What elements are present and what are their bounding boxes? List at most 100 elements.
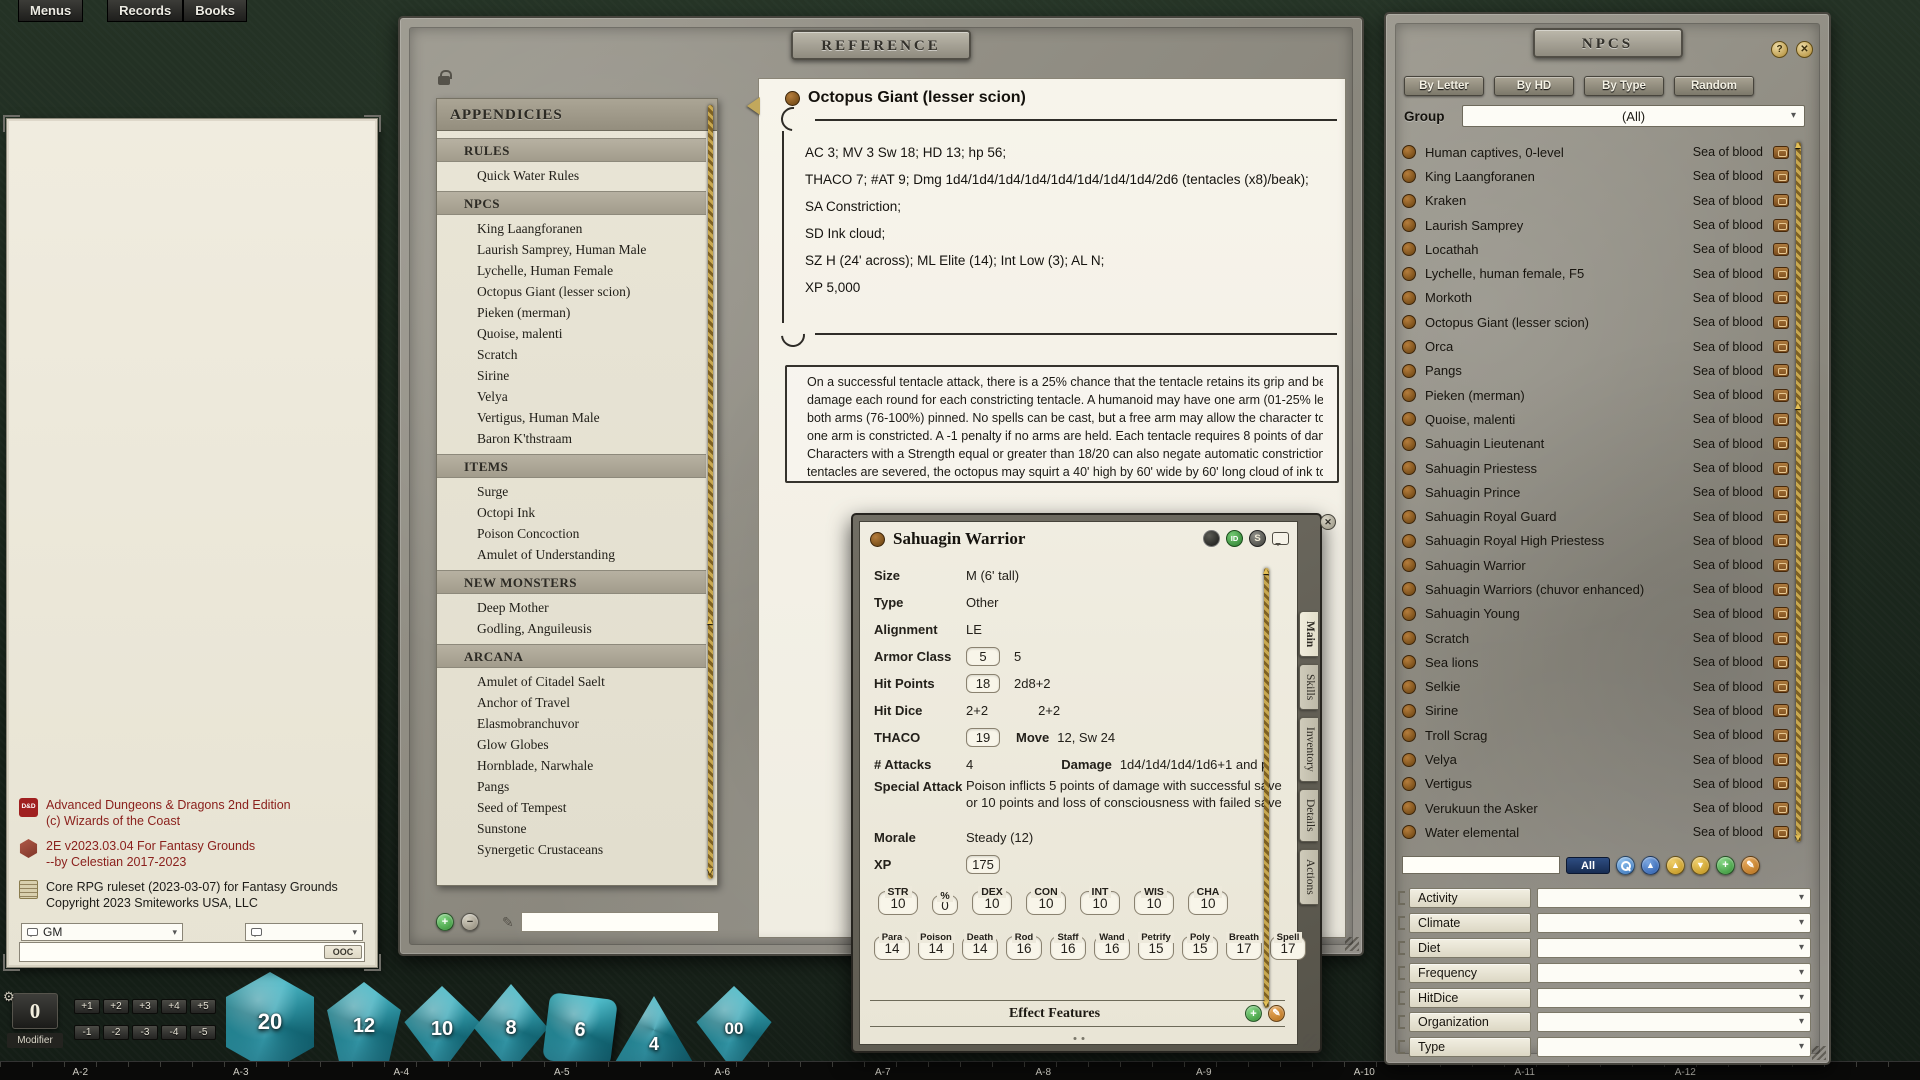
close-icon[interactable]: ✕: [1796, 41, 1813, 58]
npc-list-item[interactable]: Lychelle, human female, F5 Sea of blood: [1402, 261, 1789, 285]
module-link-icon[interactable]: [1773, 462, 1789, 475]
npc-list-item[interactable]: Sirine Sea of blood: [1402, 699, 1789, 723]
npc-list-item[interactable]: Sahuagin Royal High Priestess Sea of blo…: [1402, 529, 1789, 553]
back-arrow-icon[interactable]: [747, 97, 760, 115]
modifier-minus-button[interactable]: -1: [74, 1025, 100, 1040]
npc-list-item[interactable]: Sahuagin Royal Guard Sea of blood: [1402, 504, 1789, 528]
module-link-icon[interactable]: [1773, 364, 1789, 377]
npc-list-item[interactable]: Water elemental Sea of blood: [1402, 820, 1789, 844]
npc-token-icon[interactable]: [1402, 728, 1416, 742]
group-dropdown[interactable]: (All) ▾: [1462, 105, 1805, 127]
module-link-icon[interactable]: [1773, 729, 1789, 742]
module-link-icon[interactable]: [1773, 802, 1789, 815]
identify-button[interactable]: ID: [1226, 530, 1243, 547]
record-token-icon[interactable]: [785, 91, 800, 106]
npc-list-item[interactable]: King Laangforanen Sea of blood: [1402, 164, 1789, 188]
module-link-icon[interactable]: [1773, 340, 1789, 353]
appendix-entry[interactable]: King Laangforanen: [437, 218, 706, 239]
npc-token-icon[interactable]: [1402, 801, 1416, 815]
npc-list-item[interactable]: Morkoth Sea of blood: [1402, 286, 1789, 310]
thaco-box[interactable]: 19: [966, 728, 1000, 747]
scroll-thumb-icon[interactable]: ▲: [1793, 401, 1803, 412]
appendix-entry[interactable]: Sirine: [437, 365, 706, 386]
module-link-icon[interactable]: [1773, 243, 1789, 256]
top-menu-button[interactable]: Menus: [18, 0, 83, 22]
resize-grip[interactable]: [1345, 937, 1359, 951]
module-link-icon[interactable]: [1773, 389, 1789, 402]
npc-list-item[interactable]: Locathah Sea of blood: [1402, 237, 1789, 261]
die[interactable]: 4: [614, 996, 694, 1064]
close-icon[interactable]: ✕: [1320, 514, 1336, 530]
npc-token-icon[interactable]: [1402, 388, 1416, 402]
filter-handle-icon[interactable]: [1398, 966, 1405, 980]
modifier-plus-button[interactable]: +3: [132, 999, 158, 1014]
npc-token-icon[interactable]: [1402, 510, 1416, 524]
reference-window-title[interactable]: REFERENCE: [791, 30, 971, 60]
filter-handle-icon[interactable]: [1398, 991, 1405, 1005]
module-link-icon[interactable]: [1773, 632, 1789, 645]
npc-list-item[interactable]: Pangs Sea of blood: [1402, 359, 1789, 383]
module-link-icon[interactable]: [1773, 437, 1789, 450]
npcs-sort-tab[interactable]: By Type: [1584, 76, 1664, 96]
appendix-entry[interactable]: ITEMS: [437, 454, 706, 478]
npc-token-icon[interactable]: [1402, 534, 1416, 548]
move-up-button[interactable]: ▲: [1666, 856, 1685, 875]
npc-list-item[interactable]: Verukuun the Asker Sea of blood: [1402, 796, 1789, 820]
die[interactable]: 10: [402, 986, 482, 1072]
npc-list-scrollbar[interactable]: ▲ ▲ ▼: [1796, 142, 1801, 842]
module-link-icon[interactable]: [1773, 316, 1789, 329]
search-input[interactable]: [1402, 856, 1560, 874]
scroll-down-icon[interactable]: ▼: [705, 866, 715, 877]
reference-search-input[interactable]: [521, 912, 719, 932]
search-icon-button[interactable]: [1616, 856, 1635, 875]
appendix-entry[interactable]: Seed of Tempest: [437, 797, 706, 818]
appendix-entry[interactable]: Quick Water Rules: [437, 165, 706, 186]
sheet-tab[interactable]: Actions: [1299, 849, 1318, 905]
module-link-icon[interactable]: [1773, 534, 1789, 547]
npc-token-icon[interactable]: [1402, 169, 1416, 183]
npc-token-icon[interactable]: [1402, 194, 1416, 208]
armor-class-box[interactable]: 5: [966, 647, 1000, 666]
filter-dropdown[interactable]: ▾: [1537, 988, 1811, 1008]
modifier-plus-button[interactable]: +4: [161, 999, 187, 1014]
die[interactable]: 6: [542, 992, 618, 1068]
npc-list-item[interactable]: Pieken (merman) Sea of blood: [1402, 383, 1789, 407]
drag-handle[interactable]: [1073, 1037, 1084, 1040]
npcs-sort-tab[interactable]: Random: [1674, 76, 1754, 96]
gear-icon[interactable]: ⚙: [3, 989, 15, 1005]
npc-list-item[interactable]: Sahuagin Warriors (chuvor enhanced) Sea …: [1402, 577, 1789, 601]
die[interactable]: 12: [320, 982, 408, 1070]
edit-button[interactable]: ✎: [1741, 856, 1760, 875]
npc-list-item[interactable]: Sahuagin Warrior Sea of blood: [1402, 553, 1789, 577]
appendix-entry[interactable]: Deep Mother: [437, 597, 706, 618]
npc-token-icon[interactable]: [1402, 291, 1416, 305]
npc-token-icon[interactable]: [1402, 267, 1416, 281]
module-link-icon[interactable]: [1773, 219, 1789, 232]
appendix-entry[interactable]: Godling, Anguileusis: [437, 618, 706, 639]
npcs-window-title[interactable]: NPCS: [1533, 28, 1683, 58]
chat-bubble-icon[interactable]: [1272, 532, 1289, 545]
filter-dropdown[interactable]: ▾: [1537, 913, 1811, 933]
move-down-button[interactable]: ▼: [1691, 856, 1710, 875]
token-icon[interactable]: [1203, 530, 1220, 547]
appendix-entry[interactable]: Sunstone: [437, 818, 706, 839]
sheet-tab[interactable]: Inventory: [1299, 717, 1318, 782]
npc-list-item[interactable]: Vertigus Sea of blood: [1402, 772, 1789, 796]
module-link-icon[interactable]: [1773, 704, 1789, 717]
npc-token-icon[interactable]: [1402, 218, 1416, 232]
xp-box[interactable]: 175: [966, 855, 1000, 874]
module-link-icon[interactable]: [1773, 753, 1789, 766]
scroll-up-icon[interactable]: ▲: [705, 616, 715, 627]
filter-dropdown[interactable]: ▾: [1537, 1037, 1811, 1057]
module-link-icon[interactable]: [1773, 510, 1789, 523]
npcs-sort-tab[interactable]: By Letter: [1404, 76, 1484, 96]
npc-token-icon[interactable]: [1402, 582, 1416, 596]
appendix-entry[interactable]: Synergetic Crustaceans: [437, 839, 706, 860]
npc-token-icon[interactable]: [1402, 437, 1416, 451]
sheet-tab[interactable]: Details: [1299, 789, 1318, 842]
filter-handle-icon[interactable]: [1398, 941, 1405, 955]
npc-list-item[interactable]: Velya Sea of blood: [1402, 747, 1789, 771]
npc-list-item[interactable]: Troll Scrag Sea of blood: [1402, 723, 1789, 747]
npc-token-icon[interactable]: [1402, 753, 1416, 767]
modifier-minus-button[interactable]: -4: [161, 1025, 187, 1040]
